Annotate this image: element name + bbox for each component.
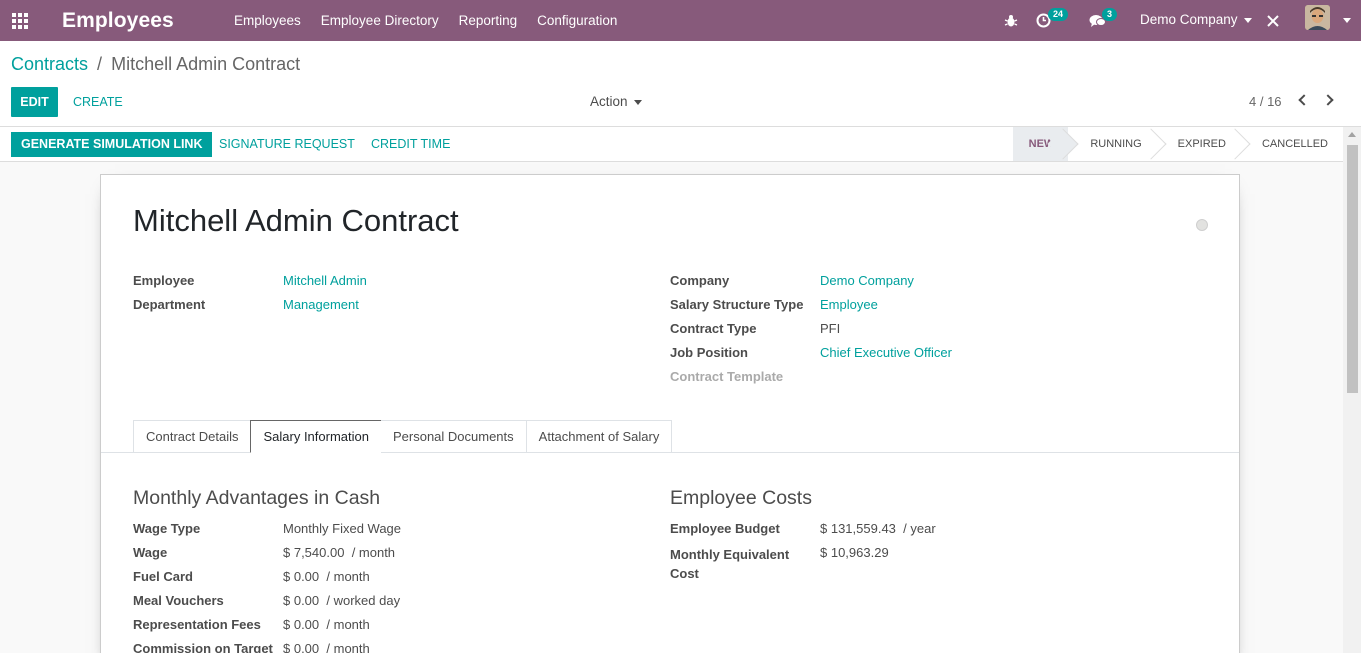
stage-cancelled[interactable]: CANCELLED	[1240, 127, 1343, 161]
job-position-field[interactable]: Chief Executive Officer	[820, 345, 952, 360]
commission-on-target-label: Commission on Target	[133, 641, 273, 653]
breadcrumb-current: Mitchell Admin Contract	[111, 54, 301, 74]
close-cross-icon[interactable]	[1266, 0, 1280, 41]
scroll-up-arrow-icon[interactable]	[1348, 132, 1356, 137]
employee-label: Employee	[133, 273, 195, 288]
tab-attachment-of-salary[interactable]: Attachment of Salary	[525, 420, 673, 453]
activity-count-badge: 24	[1048, 8, 1069, 21]
breadcrumb-contracts-link[interactable]: Contracts	[11, 54, 88, 74]
salary-structure-type-label: Salary Structure Type	[670, 297, 804, 312]
meal-vouchers-field[interactable]: $ 0.00 / worked day	[283, 593, 400, 608]
stage-new[interactable]: NEW	[1012, 127, 1079, 161]
pager-value[interactable]: 4 / 16	[1249, 87, 1282, 117]
control-panel: Contracts / Mitchell Admin Contract EDIT…	[0, 41, 1361, 127]
contract-type-field[interactable]: PFI	[820, 321, 840, 336]
representation-fees-label: Representation Fees	[133, 617, 261, 632]
user-avatar[interactable]	[1305, 5, 1330, 30]
stage-pipeline: NEW RUNNING EXPIRED CANCELLED	[1012, 127, 1343, 161]
company-label: Company	[670, 273, 730, 288]
tab-contract-details[interactable]: Contract Details	[133, 420, 251, 453]
main-menu: Employees Employee Directory Reporting C…	[224, 0, 627, 41]
caret-down-icon	[633, 99, 642, 105]
menu-configuration[interactable]: Configuration	[527, 0, 627, 41]
employee-field[interactable]: Mitchell Admin	[283, 273, 367, 288]
employee-budget-label: Employee Budget	[670, 521, 780, 536]
contract-title[interactable]: Mitchell Admin Contract	[133, 203, 459, 239]
scrollbar-thumb[interactable]	[1347, 145, 1358, 393]
wage-label: Wage	[133, 545, 168, 560]
company-name: Demo Company	[1140, 12, 1238, 27]
message-count-badge: 3	[1102, 8, 1118, 21]
messages-chat-icon[interactable]	[1089, 0, 1106, 41]
app-title[interactable]: Employees	[62, 9, 207, 33]
notebook-tabs: Contract Details Salary Information Pers…	[133, 420, 673, 453]
edit-button[interactable]: EDIT	[11, 87, 58, 117]
commission-on-target-field[interactable]: $ 0.00 / month	[283, 641, 370, 653]
job-position-label: Job Position	[670, 345, 748, 360]
tab-salary-information[interactable]: Salary Information	[250, 420, 381, 453]
wage-type-label: Wage Type	[133, 521, 201, 536]
top-navbar: Employees Employees Employee Directory R…	[0, 0, 1361, 41]
page-scrollbar[interactable]	[1343, 127, 1361, 653]
debug-bug-icon[interactable]	[1004, 0, 1018, 41]
user-menu-caret-icon[interactable]	[1337, 0, 1351, 41]
representation-fees-field[interactable]: $ 0.00 / month	[283, 617, 370, 632]
meal-vouchers-label: Meal Vouchers	[133, 593, 224, 608]
activity-clock-icon[interactable]	[1036, 0, 1051, 41]
company-field[interactable]: Demo Company	[820, 273, 914, 288]
salary-structure-type-field[interactable]: Employee	[820, 297, 878, 312]
monthly-advantages-heading: Monthly Advantages in Cash	[133, 487, 381, 509]
stage-running[interactable]: RUNNING	[1068, 127, 1167, 161]
employee-budget-field[interactable]: $ 131,559.43 / year	[820, 521, 936, 536]
department-label: Department	[133, 297, 206, 312]
caret-down-icon	[1243, 17, 1252, 23]
monthly-equivalent-cost-label: Monthly Equivalent Cost	[670, 547, 790, 581]
menu-reporting[interactable]: Reporting	[449, 0, 528, 41]
wage-type-field[interactable]: Monthly Fixed Wage	[283, 521, 401, 536]
monthly-equivalent-cost-field[interactable]: $ 10,963.29	[820, 545, 889, 560]
wage-field[interactable]: $ 7,540.00 / month	[283, 545, 395, 560]
create-button[interactable]: CREATE	[73, 87, 123, 117]
pager-next-icon[interactable]	[1322, 94, 1334, 106]
menu-employee-directory[interactable]: Employee Directory	[311, 0, 449, 41]
form-sheet: Mitchell Admin Contract Employee Mitchel…	[100, 174, 1240, 653]
apps-menu-icon[interactable]	[0, 0, 40, 41]
menu-employees[interactable]: Employees	[224, 0, 311, 41]
department-field[interactable]: Management	[283, 297, 359, 312]
action-dropdown[interactable]: Action	[590, 87, 642, 117]
fuel-card-label: Fuel Card	[133, 569, 193, 584]
contract-type-label: Contract Type	[670, 321, 757, 336]
company-switcher[interactable]: Demo Company	[1140, 0, 1252, 39]
pager-previous-icon[interactable]	[1298, 94, 1310, 106]
stage-expired[interactable]: EXPIRED	[1156, 127, 1251, 161]
breadcrumb: Contracts / Mitchell Admin Contract	[11, 54, 300, 75]
employee-costs-heading: Employee Costs	[670, 487, 812, 509]
action-label: Action	[590, 94, 628, 109]
kanban-state-icon[interactable]	[1196, 219, 1208, 231]
fuel-card-field[interactable]: $ 0.00 / month	[283, 569, 370, 584]
form-statusbar: GENERATE SIMULATION LINK SIGNATURE REQUE…	[0, 127, 1343, 162]
tab-personal-documents[interactable]: Personal Documents	[380, 420, 526, 453]
contract-template-label: Contract Template	[670, 369, 784, 384]
generate-simulation-link-button[interactable]: GENERATE SIMULATION LINK	[11, 132, 213, 157]
signature-request-button[interactable]: SIGNATURE REQUEST	[219, 132, 355, 157]
credit-time-button[interactable]: CREDIT TIME	[371, 132, 450, 157]
breadcrumb-separator: /	[97, 54, 103, 74]
